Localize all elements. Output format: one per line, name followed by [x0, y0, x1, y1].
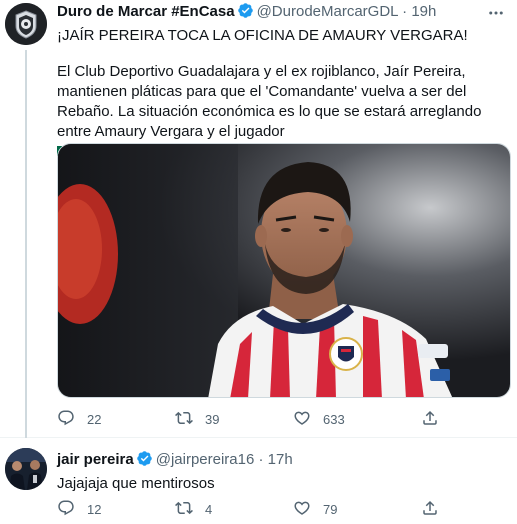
tweet-text: Jajajaja que mentirosos: [57, 475, 215, 492]
thread-line: [25, 50, 27, 438]
like-button[interactable]: 79: [293, 499, 337, 519]
tweet-actions: 12 4 79: [57, 499, 457, 519]
like-button[interactable]: 633: [293, 409, 345, 429]
verified-badge-icon: [136, 450, 153, 467]
retweet-button[interactable]: 39: [175, 409, 219, 429]
tweet-header: Duro de Marcar #EnCasa @DurodeMarcarGDL ·…: [57, 2, 436, 22]
retweet-count: 4: [205, 501, 213, 517]
share-button[interactable]: [421, 499, 439, 519]
tweet-headline: ¡JAÍR PEREIRA TOCA LA OFICINA DE AMAURY …: [57, 27, 468, 44]
heart-icon: [293, 499, 311, 520]
tweet-actions: 22 39 633: [57, 409, 457, 429]
retweet-icon: [175, 499, 193, 520]
like-count: 79: [323, 501, 338, 517]
retweet-icon: [175, 409, 193, 430]
share-icon: [421, 499, 439, 520]
reply-button[interactable]: 22: [57, 409, 101, 429]
timestamp[interactable]: 19h: [411, 3, 436, 20]
separator-dot: ·: [258, 451, 264, 468]
reply-icon: [57, 499, 75, 520]
share-icon: [421, 409, 439, 430]
handle[interactable]: @jairpereira16: [156, 451, 255, 468]
retweet-count: 39: [205, 411, 220, 427]
separator-dot: ·: [402, 3, 408, 20]
tweet-header: jair pereira @jairpereira16 · 17h: [57, 450, 293, 470]
retweet-button[interactable]: 4: [175, 499, 212, 519]
tweet-jair-pereira[interactable]: jair pereira @jairpereira16 · 17h Jajajaj…: [0, 438, 517, 524]
heart-icon: [293, 409, 311, 430]
reply-count: 12: [87, 501, 102, 517]
more-options-icon[interactable]: [487, 4, 505, 26]
tweet-duro-de-marcar[interactable]: Duro de Marcar #EnCasa @DurodeMarcarGDL ·…: [0, 0, 517, 438]
verified-badge-icon: [237, 2, 254, 19]
avatar[interactable]: [5, 448, 47, 490]
handle[interactable]: @DurodeMarcarGDL: [257, 3, 398, 20]
reply-button[interactable]: 12: [57, 499, 101, 519]
share-button[interactable]: [421, 409, 439, 429]
display-name[interactable]: jair pereira: [57, 451, 134, 468]
player-photo: [58, 144, 510, 397]
timestamp[interactable]: 17h: [268, 451, 293, 468]
tweet-paragraph: El Club Deportivo Guadalajara y el ex ro…: [57, 63, 482, 140]
display-name[interactable]: Duro de Marcar #EnCasa: [57, 3, 235, 20]
tweet-photo[interactable]: [57, 143, 511, 398]
reply-count: 22: [87, 411, 102, 427]
like-count: 633: [323, 411, 345, 427]
reply-icon: [57, 409, 75, 430]
avatar[interactable]: [5, 3, 47, 45]
